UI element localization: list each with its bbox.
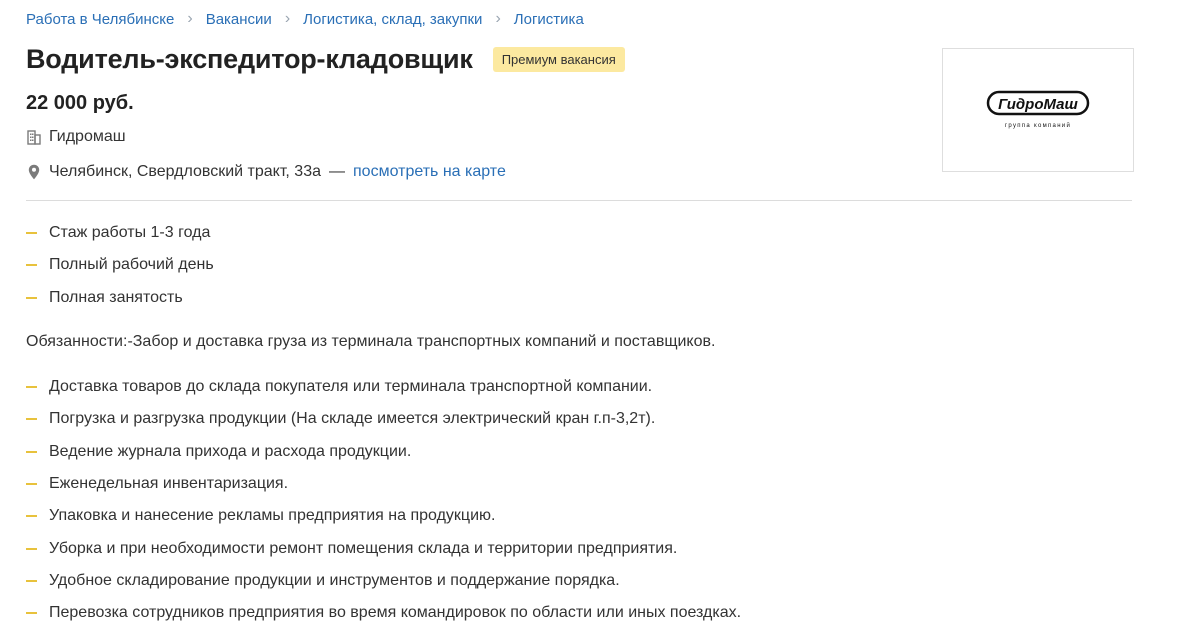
show-on-map-link[interactable]: посмотреть на карте	[353, 163, 506, 181]
breadcrumb: Работа в Челябинске › Вакансии › Логисти…	[26, 10, 584, 28]
list-item-text: Ведение журнала прихода и расхода продук…	[49, 442, 412, 460]
dash-bullet-icon	[26, 579, 37, 582]
chevron-right-icon: ›	[187, 10, 193, 27]
list-item: Упаковка и нанесение рекламы предприятия…	[26, 500, 741, 532]
vacancy-page: Работа в Челябинске › Вакансии › Логисти…	[0, 0, 1200, 628]
list-item-text: Доставка товаров до склада покупателя ил…	[49, 378, 653, 396]
list-item: Полный рабочий день	[26, 249, 214, 281]
dash-bullet-icon	[26, 418, 37, 421]
dash-bullet-icon	[26, 450, 37, 453]
list-item-text: Полный рабочий день	[49, 256, 214, 274]
logo-name: ГидроМаш	[998, 96, 1078, 113]
dash-bullet-icon	[26, 612, 37, 615]
list-item: Ведение журнала прихода и расхода продук…	[26, 436, 741, 468]
section-divider	[26, 200, 1132, 201]
list-item-text: Удобное складирование продукции и инстру…	[49, 571, 620, 589]
list-item-text: Еженедельная инвентаризация.	[49, 475, 289, 493]
dash-bullet-icon	[26, 386, 37, 389]
address-row: Челябинск, Свердловский тракт, 33а — пос…	[26, 163, 506, 181]
address-dash: —	[329, 163, 345, 180]
dash-bullet-icon	[26, 515, 37, 518]
list-item: Погрузка и разгрузка продукции (На склад…	[26, 403, 741, 435]
premium-badge: Премиум вакансия	[492, 47, 625, 72]
company-name[interactable]: Гидромаш	[49, 128, 126, 146]
duties-list: Доставка товаров до склада покупателя ил…	[26, 371, 741, 628]
list-item: Доставка товаров до склада покупателя ил…	[26, 371, 741, 403]
title-row: Водитель-экспедитор-кладовщик Премиум ва…	[26, 44, 625, 75]
list-item-text: Уборка и при необходимости ремонт помеще…	[49, 539, 678, 557]
company-logo[interactable]: ГидроМаш группа компаний	[942, 48, 1134, 172]
map-pin-icon	[26, 163, 42, 181]
dash-bullet-icon	[26, 296, 37, 299]
hydromash-logo: ГидроМаш группа компаний	[986, 90, 1090, 129]
list-item: Уборка и при необходимости ремонт помеще…	[26, 532, 741, 564]
page-title: Водитель-экспедитор-кладовщик	[26, 44, 473, 74]
breadcrumb-item-category[interactable]: Логистика, склад, закупки	[303, 11, 482, 28]
address-text: Челябинск, Свердловский тракт, 33а	[49, 163, 321, 180]
duties-intro: Обязанности:-Забор и доставка груза из т…	[26, 333, 716, 350]
logo-tagline: группа компаний	[1005, 122, 1071, 129]
list-item: Еженедельная инвентаризация.	[26, 468, 741, 500]
dash-bullet-icon	[26, 483, 37, 486]
breadcrumb-item-logistics[interactable]: Логистика	[514, 11, 584, 28]
chevron-right-icon: ›	[495, 10, 501, 27]
dash-bullet-icon	[26, 547, 37, 550]
list-item-text: Упаковка и нанесение рекламы предприятия…	[49, 507, 496, 525]
breadcrumb-item-city-jobs[interactable]: Работа в Челябинске	[26, 11, 174, 28]
list-item: Удобное складирование продукции и инстру…	[26, 565, 741, 597]
list-item: Стаж работы 1-3 года	[26, 217, 214, 249]
list-item-text: Полная занятость	[49, 288, 183, 306]
chevron-right-icon: ›	[284, 10, 291, 27]
company-row: Гидромаш	[26, 128, 126, 146]
list-item: Перевозка сотрудников предприятия во вре…	[26, 597, 741, 628]
building-icon	[26, 129, 42, 145]
dash-bullet-icon	[26, 232, 37, 235]
list-item-text: Перевозка сотрудников предприятия во вре…	[49, 604, 742, 622]
breadcrumb-item-vacancies[interactable]: Вакансии	[206, 11, 272, 28]
list-item-text: Погрузка и разгрузка продукции (На склад…	[49, 410, 656, 428]
list-item-text: Стаж работы 1-3 года	[49, 224, 211, 242]
salary: 22 000 руб.	[26, 92, 134, 114]
conditions-list: Стаж работы 1-3 года Полный рабочий день…	[26, 217, 214, 314]
dash-bullet-icon	[26, 264, 37, 267]
list-item: Полная занятость	[26, 282, 214, 314]
